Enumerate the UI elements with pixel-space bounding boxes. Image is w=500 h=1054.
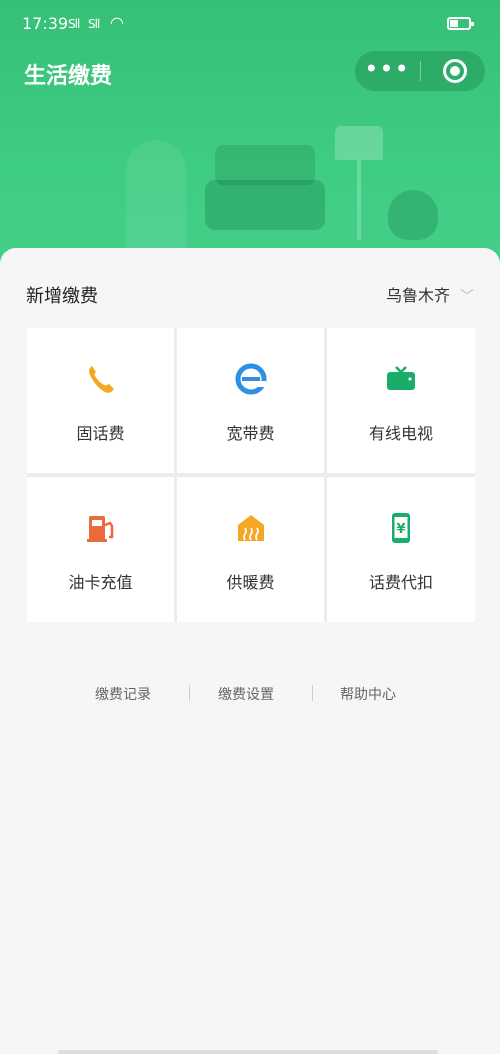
service-heating[interactable]: 供暖费 <box>177 477 324 622</box>
chevron-down-icon: ﹀ <box>460 289 474 305</box>
phone-icon <box>88 366 114 393</box>
broadband-e-icon <box>235 363 266 395</box>
wifi-icon: ◠ <box>110 13 124 32</box>
service-label: 宽带费 <box>226 424 275 443</box>
service-label: 油卡充值 <box>68 573 133 592</box>
service-landline[interactable]: 固话费 <box>27 328 174 473</box>
footer-links: 缴费记录 缴费设置 帮助中心 <box>0 678 500 708</box>
city-selector[interactable]: 乌鲁木齐 ﹀ <box>386 282 474 306</box>
service-cable-tv[interactable]: 有线电视 <box>327 328 475 473</box>
link-payment-records[interactable]: 缴费记录 <box>95 684 151 704</box>
link-divider <box>189 685 190 701</box>
decor-sofa <box>205 180 325 230</box>
mini-program-capsule: ••• <box>355 51 485 91</box>
capsule-divider <box>420 61 421 81</box>
link-help-center[interactable]: 帮助中心 <box>340 684 396 704</box>
decor-lamp-pole <box>357 160 361 240</box>
decor-arch <box>126 140 186 260</box>
tv-icon <box>387 366 415 390</box>
svg-text:¥: ¥ <box>396 522 405 537</box>
decor-sofa-back <box>215 145 315 185</box>
heating-icon <box>237 515 264 541</box>
more-dots-icon[interactable]: ••• <box>355 51 419 91</box>
home-indicator <box>58 1050 438 1054</box>
decor-lamp-shade <box>335 126 383 160</box>
decor-plant <box>388 190 438 240</box>
service-label: 固话费 <box>76 424 125 443</box>
service-fuel-card[interactable]: 油卡充值 <box>27 477 174 622</box>
battery-icon <box>447 17 474 30</box>
service-label: 话费代扣 <box>368 573 433 592</box>
signal-icon: Sll <box>88 17 100 31</box>
mobile-yuan-icon: ¥ <box>392 513 410 543</box>
status-bar: 17:39 Sll Sll ◠ <box>0 0 500 48</box>
section-title: 新增缴费 <box>26 286 98 307</box>
target-icon[interactable] <box>443 59 467 83</box>
service-label: 供暖费 <box>226 573 275 592</box>
link-payment-settings[interactable]: 缴费设置 <box>218 684 274 704</box>
signal-icon: Sll <box>68 17 80 31</box>
link-divider <box>312 685 313 701</box>
page-title: 生活缴费 <box>24 64 113 89</box>
service-phone-autopay[interactable]: ¥ 话费代扣 <box>327 477 475 622</box>
city-label: 乌鲁木齐 <box>385 286 450 305</box>
service-label: 有线电视 <box>368 424 433 443</box>
status-time: 17:39 <box>22 14 69 33</box>
main-card: 新增缴费 乌鲁木齐 ﹀ 固话费 宽带费 有线电视 油卡充值 供暖费 ¥ 话费代扣… <box>0 248 500 1054</box>
fuel-pump-icon <box>86 516 113 542</box>
header-banner: 17:39 Sll Sll ◠ 生活缴费 ••• <box>0 0 500 280</box>
service-broadband[interactable]: 宽带费 <box>177 328 324 473</box>
service-grid: 固话费 宽带费 有线电视 油卡充值 供暖费 ¥ 话费代扣 <box>27 328 475 622</box>
